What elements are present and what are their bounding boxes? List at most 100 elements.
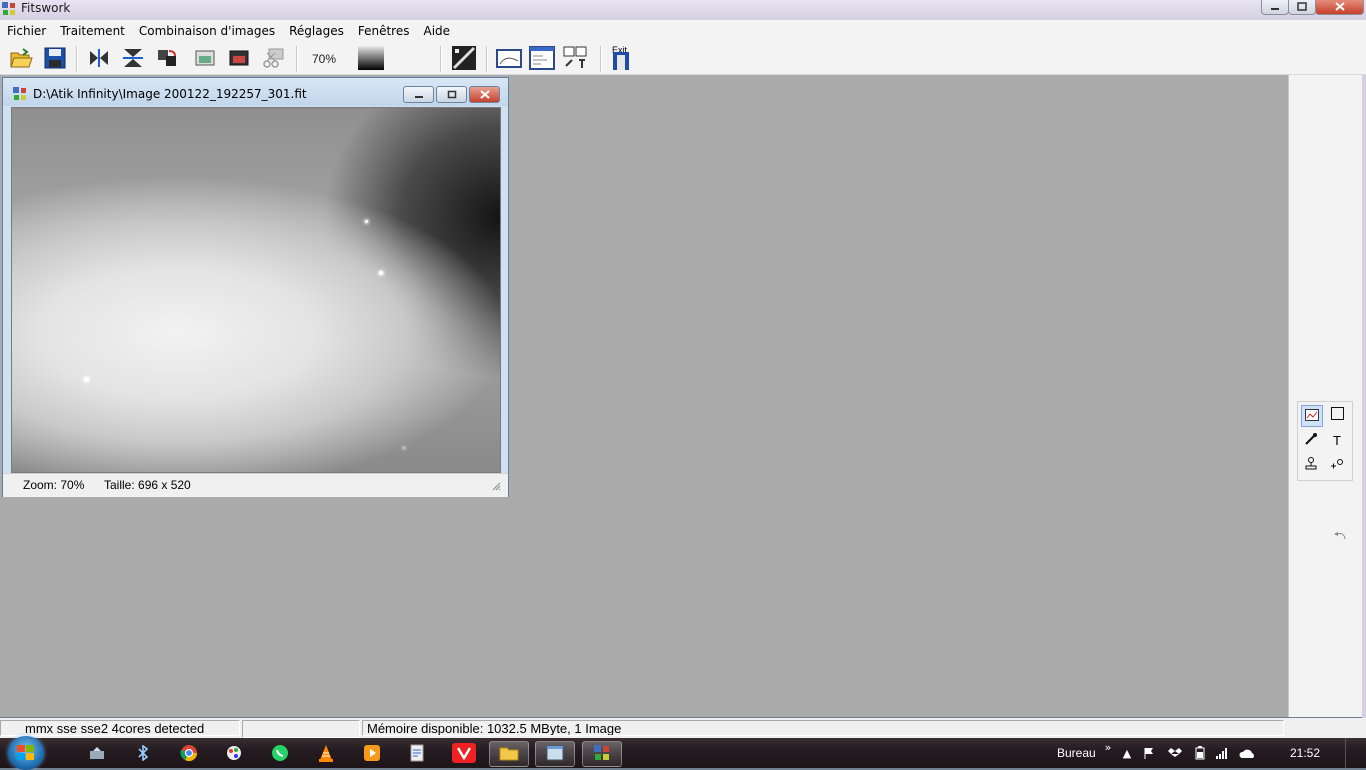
toolbar-separator [296,46,298,72]
chevron-right-icon[interactable]: » [1101,740,1115,754]
close-button[interactable] [1315,0,1364,15]
astro-image-view[interactable] [11,107,501,473]
brightness-gradient-button[interactable] [358,45,384,73]
menu-fenetres[interactable]: Fenêtres [351,24,417,38]
undo-icon [1333,532,1347,546]
flip-vertical-button[interactable] [120,46,146,72]
taskbar-document-app[interactable] [397,741,437,767]
save-button[interactable] [42,46,68,72]
taskbar-network-app[interactable] [77,741,117,767]
status-bar: mmx sse sse2 4cores detected Mémoire dis… [0,718,1366,738]
image-tool-button[interactable] [1301,405,1323,427]
vlc-icon [318,744,334,765]
open-folder-icon [9,47,33,72]
taskbar-fitswork-app[interactable] [582,741,622,767]
bureau-toolbar-label[interactable]: Bureau [1057,746,1096,760]
taskbar-bluetooth-app[interactable] [123,741,163,767]
exit-icon [610,50,632,73]
menu-aide[interactable]: Aide [417,24,458,38]
text-tool-button[interactable]: T [1327,430,1347,450]
close-icon [479,88,490,102]
document-icon [409,744,425,765]
pipette-button[interactable] [1301,430,1321,450]
paint-icon [225,744,243,765]
zoom-status: Zoom: 70% [23,478,85,492]
save-icon [44,47,66,72]
network-icon [88,745,106,764]
menu-bar: Fichier Traitement Combinaison d'images … [0,20,1366,42]
image-tool-icon [1305,408,1319,424]
stamp-button[interactable] [1301,455,1321,475]
rectangle-select-icon [1330,407,1344,423]
rotate-button[interactable] [154,46,180,72]
text-tool-icon: T [1333,432,1341,448]
status-pane-empty [242,720,360,738]
histogram-button[interactable] [451,45,477,72]
cut-image-icon [261,47,285,72]
align-button[interactable] [563,46,589,72]
window-icon [546,745,564,764]
image-window-button[interactable] [496,46,522,72]
minimize-icon [414,88,424,102]
toolbar: 70% Exit [0,42,1366,75]
stamp-icon [1304,456,1318,474]
rotate-icon [155,47,179,72]
menu-combinaison[interactable]: Combinaison d'images [132,24,282,38]
windows-taskbar: Bureau » ▲ 21:52 [0,736,1366,770]
taskbar-vivaldi-app[interactable] [444,741,484,767]
clock-time[interactable]: 21:52 [1290,746,1320,760]
image-window-close-button[interactable] [469,86,500,103]
star-point [379,271,383,275]
resize-grip-icon[interactable] [491,480,501,494]
battery-icon[interactable] [1193,746,1207,760]
toolbar-separator [486,46,488,72]
taskbar-chrome-app[interactable] [169,741,209,767]
taskbar-window-app[interactable] [535,741,575,767]
taskbar-media-player-app[interactable] [352,741,392,767]
zoom-label[interactable]: 70% [312,52,336,66]
flip-horizontal-button[interactable] [86,46,112,72]
image-window-maximize-button[interactable] [436,86,467,103]
star-marker-icon [1330,458,1344,473]
start-button[interactable] [8,736,44,770]
taskbar-vlc-app[interactable] [306,741,346,767]
taskbar-paint-app[interactable] [214,741,254,767]
rectangle-select-button[interactable] [1327,405,1347,425]
windows-logo-icon [17,745,35,764]
menu-reglages[interactable]: Réglages [282,24,351,38]
fitswork-app-icon [2,2,16,16]
minimize-button[interactable] [1261,0,1289,15]
menu-fichier[interactable]: Fichier [0,24,53,38]
menu-traitement[interactable]: Traitement [53,24,132,38]
taskbar-explorer-app[interactable] [489,741,529,767]
onedrive-icon[interactable] [1239,746,1257,760]
cut-image-button[interactable] [260,46,286,72]
wifi-signal-icon[interactable] [1215,746,1229,760]
taskbar-whatsapp-app[interactable] [260,741,300,767]
copy-image-button[interactable] [192,46,218,72]
star-marker-button[interactable] [1327,455,1347,475]
fitswork-doc-icon [13,87,27,101]
bluetooth-icon [136,743,150,764]
star-point [403,447,405,449]
maximize-button[interactable] [1288,0,1316,15]
dropbox-icon[interactable] [1168,746,1182,760]
undo-button[interactable] [1333,531,1347,545]
image-window-status-bar: Zoom: 70% Taille: 696 x 520 [3,473,508,497]
image-window-title-bar[interactable]: D:\Atik Infinity\Image 200122_192257_301… [3,78,508,106]
image-list-button[interactable] [529,45,555,72]
open-button[interactable] [8,46,34,72]
paste-image-button[interactable] [226,46,252,72]
image-size-status: Taille: 696 x 520 [104,478,191,492]
show-desktop-button[interactable] [1345,738,1366,768]
whatsapp-icon [271,744,289,765]
star-point [365,220,368,223]
image-window-title: D:\Atik Infinity\Image 200122_192257_301… [33,87,307,101]
exit-button[interactable] [608,50,634,72]
image-window-minimize-button[interactable] [403,86,434,103]
gradient-icon [358,45,384,73]
show-hidden-icons-icon[interactable]: ▲ [1120,746,1134,760]
action-center-flag-icon[interactable] [1142,746,1156,760]
pipette-icon [1305,432,1317,448]
toolbar-separator [440,46,442,72]
